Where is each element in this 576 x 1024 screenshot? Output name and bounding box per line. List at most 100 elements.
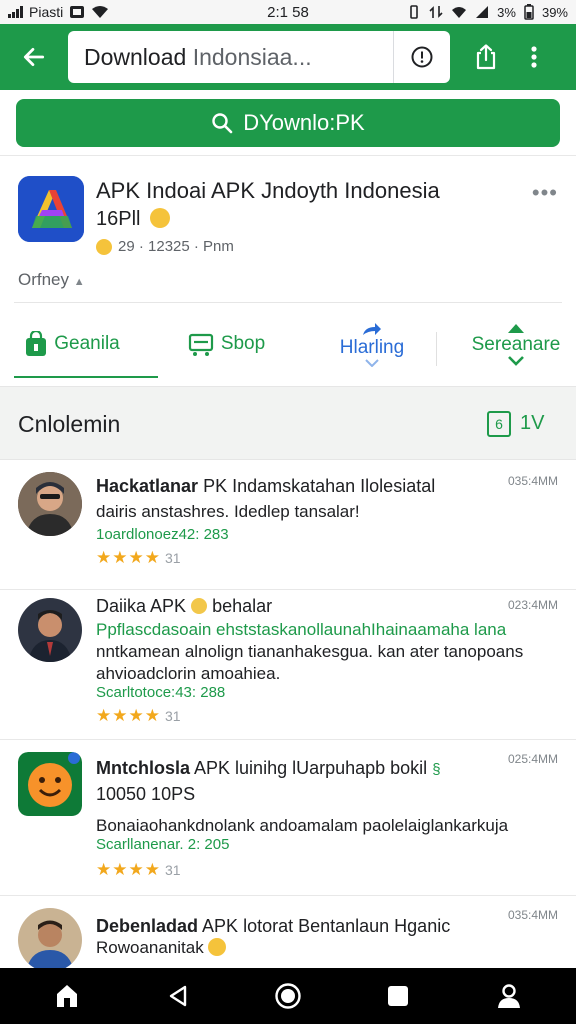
review-author-name: Mntchlosla <box>96 758 191 778</box>
wifi-status-icon <box>452 7 467 18</box>
app-subtitle-text: 16Pll <box>96 208 141 230</box>
review-text-line: ahvioadclorin amoahiea. <box>96 664 281 683</box>
home-nav-button[interactable] <box>268 976 308 1016</box>
battery-percent: 3% <box>497 4 516 20</box>
system-nav-bar <box>0 968 576 1024</box>
share-button[interactable] <box>456 31 516 83</box>
review-author: Mntchlosla APK luinihg lUarpuhapb bokil … <box>96 758 441 779</box>
review-author-name: Debenladad <box>96 916 199 936</box>
app-bar: Download Indonsiaa... <box>0 24 576 90</box>
card-divider <box>14 302 562 303</box>
tab-geanila[interactable]: Geanila <box>0 306 158 382</box>
coin-emoji-icon <box>191 598 208 614</box>
tab-sbop[interactable]: Sbop <box>144 306 288 382</box>
download-button[interactable]: DYownlo:PK <box>16 99 560 147</box>
app-logo[interactable] <box>18 176 84 242</box>
star-count: 31 <box>164 708 181 724</box>
smiley-app-icon <box>18 752 82 816</box>
tab-geanila-label: Geanila <box>54 333 120 354</box>
lock-home-icon <box>57 985 78 1007</box>
sim-icon <box>70 6 85 18</box>
status-bar: Piasti 2:1 58 3% 39% <box>0 0 576 24</box>
tab-sbop-label: Sbop <box>220 333 266 354</box>
wifi-icon <box>92 6 109 18</box>
review-author: Debenladad APK lotorat Bentanlaun Hganic <box>96 916 450 937</box>
review-item[interactable]: Hackatlanar PK Indamskatahan Ilolesiatal… <box>0 460 576 590</box>
tab-separator <box>436 332 437 366</box>
download-section: DYownlo:PK <box>0 90 576 156</box>
app-avatar <box>18 752 82 816</box>
star-count: 31 <box>164 550 181 566</box>
square-icon <box>388 986 409 1006</box>
app-card: APK Indoai APK Jndoyth Indonesia 16Pll 2… <box>0 156 576 386</box>
url-bar[interactable]: Download Indonsiaa... <box>68 31 450 83</box>
arrow-up-icon <box>508 324 524 333</box>
chevron-down-icon <box>365 359 379 367</box>
url-text-bold: Download <box>84 43 187 70</box>
avatar <box>18 472 82 536</box>
carrier-name: Piasti <box>29 4 64 20</box>
home-lock-button[interactable] <box>47 976 87 1016</box>
review-text: Ppflascdasoain ehststaskanollaunahIhaina… <box>96 620 506 640</box>
more-vert-icon <box>531 46 537 68</box>
review-item[interactable]: Mntchlosla APK luinihg lUarpuhapb bokil … <box>0 740 576 896</box>
battery-label: 39% <box>541 4 568 20</box>
status-left: Piasti <box>8 4 208 20</box>
stars-glyphs: ★★★★ <box>96 706 161 725</box>
tab-hlarling-label: Hlarling <box>339 337 405 358</box>
review-author-rest: APK lotorat Bentanlaun Hganic <box>202 916 451 936</box>
battery-icon <box>524 4 534 20</box>
review-author: Daiika APK behalar <box>96 596 272 617</box>
comments-header: Cnlolemin 6 1V <box>0 386 576 460</box>
app-subtitle: 16Pll <box>96 208 171 231</box>
arrow-back-icon <box>23 48 45 66</box>
review-author-rest: APK luinihg lUarpuhapb bokil <box>194 758 428 778</box>
caret-up-icon: ▲ <box>73 276 85 288</box>
smile-emoji-icon <box>96 238 112 255</box>
back-nav-button[interactable] <box>158 976 198 1016</box>
tab-sereanare[interactable]: Sereanare <box>432 306 576 382</box>
review-item[interactable]: Daiika APK behalar 023:4MM Ppflascdasoai… <box>0 590 576 740</box>
data-icon <box>429 6 443 18</box>
site-info-button[interactable] <box>394 31 450 83</box>
share-arrow-icon <box>363 323 381 335</box>
home-circle-icon <box>275 983 301 1009</box>
info-icon <box>411 46 433 68</box>
review-author-rest: PK Indamskatahan Ilolesiatal <box>203 476 436 496</box>
search-icon <box>212 113 233 134</box>
download-button-label: DYownlo:PK <box>243 110 365 135</box>
app-meta-text: 29 · 12325 · Pnm <box>118 238 234 255</box>
review-text-highlight: Ppflascdasoain ehststaskanollaunahIhaina… <box>96 620 507 639</box>
comment-count-badge[interactable]: 6 <box>487 411 511 437</box>
recents-nav-button[interactable] <box>378 976 418 1016</box>
star-rating: ★★★★ 31 <box>96 860 181 880</box>
review-author: Hackatlanar PK Indamskatahan Ilolesiatal <box>96 476 435 497</box>
review-time: 035:4MM <box>507 474 558 488</box>
star-count: 31 <box>164 862 181 878</box>
person-avatar-icon <box>18 598 82 662</box>
comment-count-label[interactable]: 1V <box>520 412 544 435</box>
tab-hlarling[interactable]: Hlarling <box>288 306 432 382</box>
vibrate-icon <box>410 5 418 19</box>
app-developer[interactable]: Orfney ▲ <box>18 270 85 290</box>
stars-glyphs: ★★★★ <box>96 860 161 879</box>
chevron-down-icon <box>508 356 524 366</box>
star-rating: ★★★★ 31 <box>96 548 181 568</box>
account-nav-button[interactable] <box>489 976 529 1016</box>
review-item[interactable]: Debenladad APK lotorat Bentanlaun Hganic… <box>0 896 576 968</box>
shopping-bag-icon <box>26 331 47 356</box>
app-developer-text: Orfney <box>18 270 70 289</box>
review-text-content: Rowoananitak <box>96 938 204 957</box>
review-text-line: Rowoananitak <box>96 938 227 958</box>
app-more-button[interactable]: ••• <box>532 180 558 206</box>
tab-sereanare-label: Sereanare <box>471 334 561 355</box>
section-title: Cnlolemin <box>18 411 121 437</box>
status-right: 3% 39% <box>407 4 568 20</box>
review-text: dairis anstashres. Idedlep tansalar! <box>96 502 360 521</box>
review-text-line: 10050 10PS <box>96 784 196 804</box>
more-options-button[interactable] <box>516 31 552 83</box>
back-button[interactable] <box>12 35 56 79</box>
wink-emoji-icon <box>150 208 171 228</box>
review-time: 025:4MM <box>507 752 558 766</box>
star-rating: ★★★★ 31 <box>96 706 181 726</box>
